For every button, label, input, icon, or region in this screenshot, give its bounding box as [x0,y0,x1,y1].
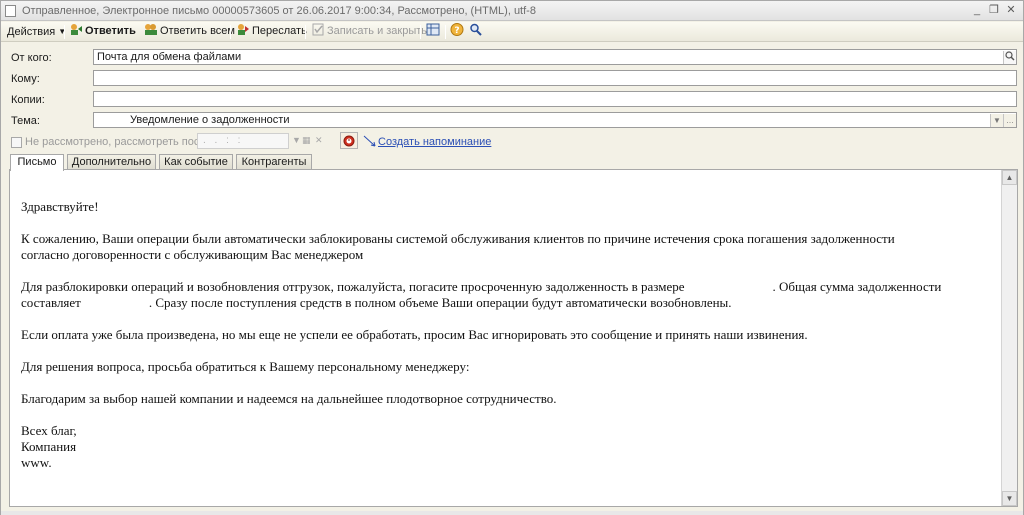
toolbar-separator [420,25,421,39]
restore-button[interactable]: ❐ [986,3,1002,18]
dropdown-arrow-icon[interactable]: ▼ [292,135,301,145]
reply-all-icon [145,24,157,35]
to-field[interactable] [93,70,1017,86]
signature: Всех благ, Компания www. [21,423,1001,471]
forward-button[interactable]: Переслать [236,23,307,40]
bell-button[interactable] [340,132,358,149]
minimize-button[interactable]: _ [969,3,985,18]
view-mode-button[interactable] [426,23,442,40]
table-icon [426,23,440,36]
help-button[interactable]: ? [450,23,466,40]
tab-as-event[interactable]: Как событие [159,154,233,170]
tab-contractors[interactable]: Контрагенты [236,154,312,170]
reply-icon [71,24,82,35]
document-icon [5,5,16,17]
clear-icon[interactable]: ✕ [315,135,323,146]
toolbar-separator [445,25,446,39]
reply-all-button[interactable]: Ответить всем [144,23,235,40]
scroll-down-icon[interactable]: ▼ [1002,491,1017,506]
forward-label: Переслать [252,25,307,37]
message-text: Здравствуйте! К сожалению, Ваши операции… [21,199,1001,471]
paragraph-manager: Для решения вопроса, просьба обратиться … [21,359,470,374]
calendar-icon[interactable]: ▦ [302,135,311,146]
paragraph-debt-line1a: Для разблокировки операций и возобновлен… [21,279,685,294]
vertical-scrollbar[interactable]: ▲ ▼ [1001,170,1017,506]
create-reminder-link[interactable]: Создать напоминание [378,136,491,148]
paragraph-thanks: Благодарим за выбор нашей компании и над… [21,391,557,406]
paragraph-debt-line2a: составляет [21,295,81,310]
toolbar-separator [64,25,65,39]
signature-line1: Всех благ, [21,423,77,438]
paragraph-blocked-line2: согласно договоренности с обслуживающим … [21,247,364,262]
from-field[interactable]: Почта для обмена файлами [93,49,1017,65]
paragraph-debt: Для разблокировки операций и возобновлен… [21,279,1001,311]
tab-letter[interactable]: Письмо [10,154,64,171]
tab-additional[interactable]: Дополнительно [67,154,156,170]
signature-line3: www. [21,455,52,470]
search-button[interactable] [469,23,485,40]
actions-menu-button[interactable]: Действия ▼ [7,23,66,40]
reply-label: Ответить [85,25,136,37]
subject-value: Уведомление о задолженности [130,114,290,126]
reply-all-label: Ответить всем [160,25,235,37]
cc-label: Копии: [11,94,45,106]
paragraph-paid: Если оплата уже была произведена, но мы … [21,327,808,342]
paragraph-debt-line2b: . Сразу после поступления средств в полн… [148,295,732,310]
status-strip [1,511,1023,515]
reminder-checkbox-label: Не рассмотрено, рассмотреть после: [25,136,215,148]
save-close-button[interactable]: Записать и закрыть [311,23,427,40]
window-title: Отправленное, Электронное письмо 0000057… [22,5,536,17]
search-icon[interactable] [1003,51,1016,64]
paragraph-blocked: К сожалению, Ваши операции были автомати… [21,231,1001,263]
toolbar-separator [230,25,231,39]
paragraph-blocked-line1: К сожалению, Ваши операции были автомати… [21,231,895,246]
title-bar[interactable]: Отправленное, Электронное письмо 0000057… [1,1,1023,21]
from-label: От кого: [11,52,52,64]
save-close-label: Записать и закрыть [327,25,428,37]
greeting: Здравствуйте! [21,199,99,214]
from-value: Почта для обмена файлами [97,51,242,63]
reminder-date-field[interactable]: . . : : [197,133,289,149]
toolbar-separator [305,25,306,39]
reply-button[interactable]: Ответить [69,23,136,40]
close-button[interactable]: ✕ [1003,3,1019,18]
signature-line2: Компания [21,439,77,454]
link-arrow-icon [363,135,376,147]
paragraph-debt-line1b: . Общая сумма задолженности [772,279,942,294]
alarm-icon [343,135,355,147]
scroll-up-icon[interactable]: ▲ [1002,170,1017,185]
actions-label: Действия [7,26,56,38]
forward-icon [238,24,249,35]
message-body[interactable]: Здравствуйте! К сожалению, Ваши операции… [9,170,1018,507]
svg-text:?: ? [454,26,459,36]
reminder-checkbox[interactable] [11,137,22,148]
save-close-icon [312,23,324,36]
dropdown-arrow-icon[interactable]: ▼ [990,114,1003,127]
toolbar: Действия ▼ Ответить Ответить всем Пересла… [1,22,1023,42]
subject-field[interactable]: Уведомление о задолженности ▼ … [93,112,1017,128]
cc-field[interactable] [93,91,1017,107]
ellipsis-icon[interactable]: … [1003,114,1016,127]
magnifier-icon [470,23,482,36]
help-icon: ? [450,23,464,36]
email-window: Отправленное, Электронное письмо 0000057… [0,0,1024,515]
subject-label: Тема: [11,115,40,127]
to-label: Кому: [11,73,40,85]
